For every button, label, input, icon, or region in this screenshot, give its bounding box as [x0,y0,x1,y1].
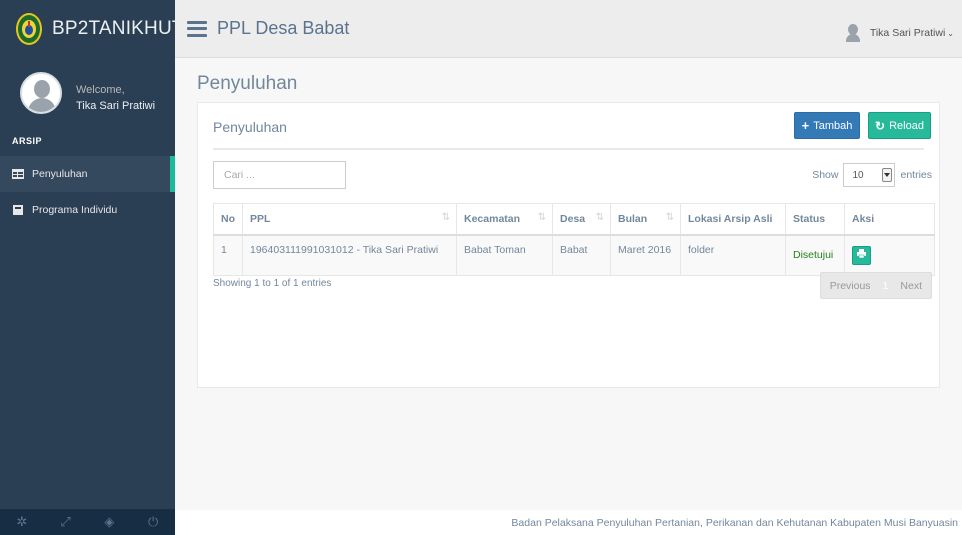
sidebar-item-label: Programa Individu [32,204,118,216]
fullscreen-icon[interactable]: ⤢ [44,509,88,535]
entries-select[interactable]: 10 [843,163,896,187]
page-title: Penyuluhan [197,73,298,94]
user-name: Tika Sari Pratiwi [869,27,946,39]
sidebar-item-label: Penyuluhan [32,168,88,180]
user-dropdown[interactable]: Tika Sari Pratiwi ⌄ [845,24,954,42]
welcome-text: Welcome, [76,84,125,96]
sort-icon: ⇅ [537,212,546,223]
sidebar-footer: ✲ ⤢ ◈ ⏻ [0,509,175,535]
menu-section-label: ARSIP [12,136,43,146]
footer-text: Badan Pelaksana Penyuluhan Pertanian, Pe… [511,516,958,529]
profile: Welcome, Tika Sari Pratiwi [0,58,175,128]
cell-desa: Babat [552,234,611,276]
eye-slash-icon[interactable]: ◈ [88,509,132,535]
dropdown-arrow-icon [882,168,893,182]
entries-label: entries [900,169,932,181]
pagination-previous[interactable]: Previous [821,273,880,298]
pagination-current-page[interactable]: 1 [880,273,892,298]
sort-icon: ⇅ [595,212,604,223]
search-input[interactable] [213,161,346,189]
menu-toggle-icon[interactable] [187,20,207,37]
sidebar: BP2TANIKHUT Welcome, Tika Sari Pratiwi A… [0,0,184,535]
add-button-label: Tambah [813,119,853,132]
chevron-down-icon: ⌄ [947,28,954,38]
power-icon[interactable]: ⏻ [131,509,175,535]
column-header-lokasi[interactable]: Lokasi Arsip Asli [680,203,786,236]
cell-bulan: Maret 2016 [610,234,681,276]
table-header-row: No PPL ⇅ Kecamatan ⇅ Desa ⇅ Bulan ⇅ Lokasi A… [213,203,935,236]
reload-button-label: Reload [889,119,924,132]
panel: Penyuluhan + Tambah ↻ Reload Show 10 ent… [197,102,940,388]
cell-kecamatan: Babat Toman [456,234,553,276]
logo [16,13,42,45]
entries-value: 10 [852,169,864,181]
column-header-status[interactable]: Status [785,203,845,236]
gear-icon[interactable]: ✲ [0,509,44,535]
sidebar-item-penyuluhan[interactable]: Penyuluhan [0,156,175,192]
column-header-ppl[interactable]: PPL ⇅ [242,203,457,236]
table-icon [12,169,24,179]
column-header-kecamatan[interactable]: Kecamatan ⇅ [456,203,553,236]
top-navbar: PPL Desa Babat Tika Sari Pratiwi ⌄ [175,0,962,58]
column-header-desa[interactable]: Desa ⇅ [552,203,611,236]
column-header-aksi: Aksi [844,203,935,236]
print-button[interactable] [852,245,871,265]
cell-ppl: 196403111991031012 - Tika Sari Pratiwi [242,234,457,276]
cell-aksi [844,234,935,276]
cell-status: Disetujui [785,234,845,276]
print-icon [857,249,866,261]
square-icon [12,205,24,215]
show-label: Show [812,169,839,181]
table-row: 1 196403111991031012 - Tika Sari Pratiwi… [213,234,935,276]
pagination-next[interactable]: Next [891,273,931,298]
column-header-no[interactable]: No [213,203,243,236]
navbar-heading: PPL Desa Babat [217,18,350,38]
refresh-icon: ↻ [875,118,886,133]
sidebar-item-programa-individu[interactable]: Programa Individu [0,192,175,228]
user-avatar-icon [845,24,860,42]
page-footer: Badan Pelaksana Penyuluhan Pertanian, Pe… [175,510,962,535]
panel-divider [213,148,924,150]
column-header-bulan[interactable]: Bulan ⇅ [610,203,681,236]
sort-icon: ⇅ [441,212,450,223]
avatar [20,72,62,114]
brand-title: BP2TANIKHUT [52,18,184,39]
table-info: Showing 1 to 1 of 1 entries [213,278,332,289]
profile-name: Tika Sari Pratiwi [76,100,156,112]
brand[interactable]: BP2TANIKHUT [0,0,184,58]
panel-title: Penyuluhan [213,119,287,135]
sort-icon: ⇅ [665,212,674,223]
pagination: Previous 1 Next [819,272,932,299]
plus-icon: + [801,118,810,133]
main-content: Penyuluhan Penyuluhan + Tambah ↻ Reload … [175,58,962,510]
cell-no: 1 [213,234,243,276]
add-button[interactable]: + Tambah [794,112,860,139]
entries-length-control: Show 10 entries [812,163,932,187]
data-table: No PPL ⇅ Kecamatan ⇅ Desa ⇅ Bulan ⇅ Lokasi A… [213,203,935,276]
cell-lokasi: folder [680,234,786,276]
reload-button[interactable]: ↻ Reload [868,112,931,139]
